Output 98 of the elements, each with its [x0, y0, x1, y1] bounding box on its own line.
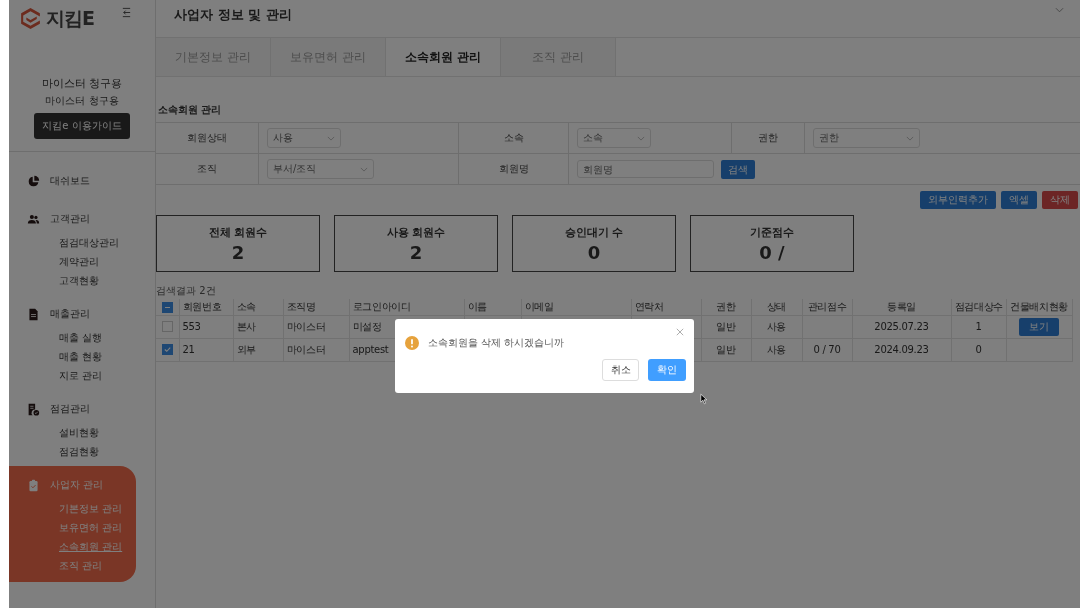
column-header: 권한 [701, 299, 751, 315]
chevron-down-icon [906, 135, 914, 141]
filter-label: 회원명 [459, 154, 569, 184]
input-field[interactable]: 회원명 [577, 160, 714, 178]
table-cell: 사용 [766, 343, 787, 355]
chevron-down-icon [327, 135, 335, 141]
table-cell: 21 [182, 344, 195, 355]
collapse-menu-icon[interactable] [121, 7, 132, 18]
table-cell: 마이스터 [286, 320, 326, 332]
people-icon [27, 212, 40, 226]
warning-icon [405, 336, 419, 350]
view-button[interactable]: 보기 [1019, 317, 1059, 336]
table-cell: 1 [975, 321, 982, 332]
row-checkbox[interactable] [161, 344, 173, 356]
table-cell: 2024.09.23 [874, 344, 929, 355]
filter-label: 권한 [732, 123, 805, 153]
table-cell: 본사 [236, 320, 256, 332]
stat-label: 기준점수 [750, 224, 794, 240]
filter-label: 회원상태 [156, 123, 259, 153]
mouse-cursor-icon [700, 393, 708, 405]
clipboard-icon [27, 478, 40, 492]
sidebar-menu-item[interactable]: 고객관리 [50, 212, 90, 226]
table-cell: apptest [352, 344, 389, 355]
sidebar-submenu-item[interactable]: 보유면허 관리 [9, 519, 136, 538]
brand-name: 지킴E [46, 5, 94, 31]
table-cell: 0 [975, 344, 982, 355]
column-header: 등록일 [852, 299, 951, 315]
table-cell: 553 [182, 321, 201, 332]
column-header: 관리점수 [802, 299, 852, 315]
checked-document-icon [27, 402, 40, 416]
column-header: 이름 [464, 299, 521, 315]
delete-button[interactable]: 삭제 [1042, 191, 1078, 209]
column-header: 점검대상수 [951, 299, 1006, 315]
column-header: 회원번호 [179, 299, 233, 315]
select-field[interactable]: 권한 [813, 128, 920, 148]
sidebar-menu-item[interactable]: 매출관리 [50, 307, 90, 321]
sidebar-submenu-item[interactable]: 계약관리 [9, 253, 155, 272]
table-cell: 일반 [716, 320, 736, 332]
cancel-button[interactable]: 취소 [602, 359, 639, 381]
table-cell: 0 / 70 [813, 344, 841, 355]
sidebar-submenu-item[interactable]: 점검현황 [9, 443, 155, 462]
column-header: 상태 [751, 299, 802, 315]
sidebar-submenu-item[interactable]: 고객현황 [9, 272, 155, 291]
stat-label: 승인대기 수 [564, 224, 624, 240]
pie-chart-icon [27, 174, 40, 188]
select-field[interactable]: 부서/조직 [267, 159, 374, 179]
row-checkbox[interactable] [161, 321, 173, 333]
table-cell: 2025.07.23 [874, 321, 929, 332]
sidebar-submenu-item[interactable]: 소속회원 관리 [9, 538, 136, 557]
stat-value: 2 [231, 241, 245, 263]
filter-label: 조직 [156, 154, 259, 184]
table-cell: 외부 [236, 343, 256, 355]
logo-icon [18, 6, 43, 31]
search-button[interactable]: 검색 [721, 159, 755, 179]
sidebar-menu-item[interactable]: 사업자 관리 [50, 478, 104, 492]
close-icon[interactable] [676, 328, 684, 336]
stat-value: 0 / [759, 241, 785, 263]
filter-label: 소속 [459, 123, 569, 153]
sidebar-menu-item[interactable]: 점검관리 [50, 402, 90, 416]
result-count: 검색결과 2건 [156, 284, 217, 298]
account-name: 마이스터 청구용 [41, 77, 123, 91]
stat-value: 2 [409, 241, 423, 263]
table-cell: 미설정 [352, 320, 382, 332]
guide-button[interactable]: 지킴e 이용가이드 [34, 113, 130, 139]
stat-label: 사용 회원수 [386, 224, 446, 240]
column-header: 건물배치현황 [1006, 299, 1072, 315]
account-subname: 마이스터 청구용 [45, 94, 119, 108]
select-field[interactable]: 소속 [577, 128, 651, 148]
document-icon [27, 307, 40, 321]
stat-label: 전체 회원수 [208, 224, 268, 240]
table-cell: 일반 [716, 343, 736, 355]
sidebar-menu-item[interactable]: 대쉬보드 [50, 174, 90, 188]
stat-value: 0 [587, 241, 601, 263]
action-button[interactable]: 외부인력추가 [920, 191, 996, 209]
confirm-button[interactable]: 확인 [648, 359, 686, 381]
sidebar-submenu-item[interactable]: 점검대상관리 [9, 234, 155, 253]
table-cell: 마이스터 [286, 343, 326, 355]
column-header: 연락처 [631, 299, 701, 315]
sidebar-submenu-item[interactable]: 매출 현황 [9, 348, 155, 367]
dialog-message: 소속회원을 삭제 하시겠습니까 [428, 336, 565, 350]
column-header: 소속 [233, 299, 283, 315]
select-field[interactable]: 사용 [267, 128, 341, 148]
column-header: 조직명 [283, 299, 349, 315]
sidebar-submenu-item[interactable]: 지로 관리 [9, 367, 155, 386]
chevron-down-icon [360, 166, 368, 172]
page-title: 사업자 정보 및 관리 [174, 6, 292, 24]
action-button[interactable]: 엑셀 [1001, 191, 1037, 209]
sidebar-submenu-item[interactable]: 기본정보 관리 [9, 500, 136, 519]
sidebar-submenu-item[interactable]: 매출 실행 [9, 329, 155, 348]
sidebar-submenu-item[interactable]: 조직 관리 [9, 557, 136, 576]
column-header: 로그인아이디 [349, 299, 464, 315]
chevron-down-icon [637, 135, 645, 141]
select-all-checkbox[interactable] [161, 301, 173, 313]
section-title: 소속회원 관리 [157, 103, 223, 117]
chevron-down-icon[interactable] [1055, 7, 1064, 13]
sidebar-submenu-item[interactable]: 설비현황 [9, 424, 155, 443]
table-cell: 사용 [766, 320, 787, 332]
column-header: 이메일 [521, 299, 631, 315]
